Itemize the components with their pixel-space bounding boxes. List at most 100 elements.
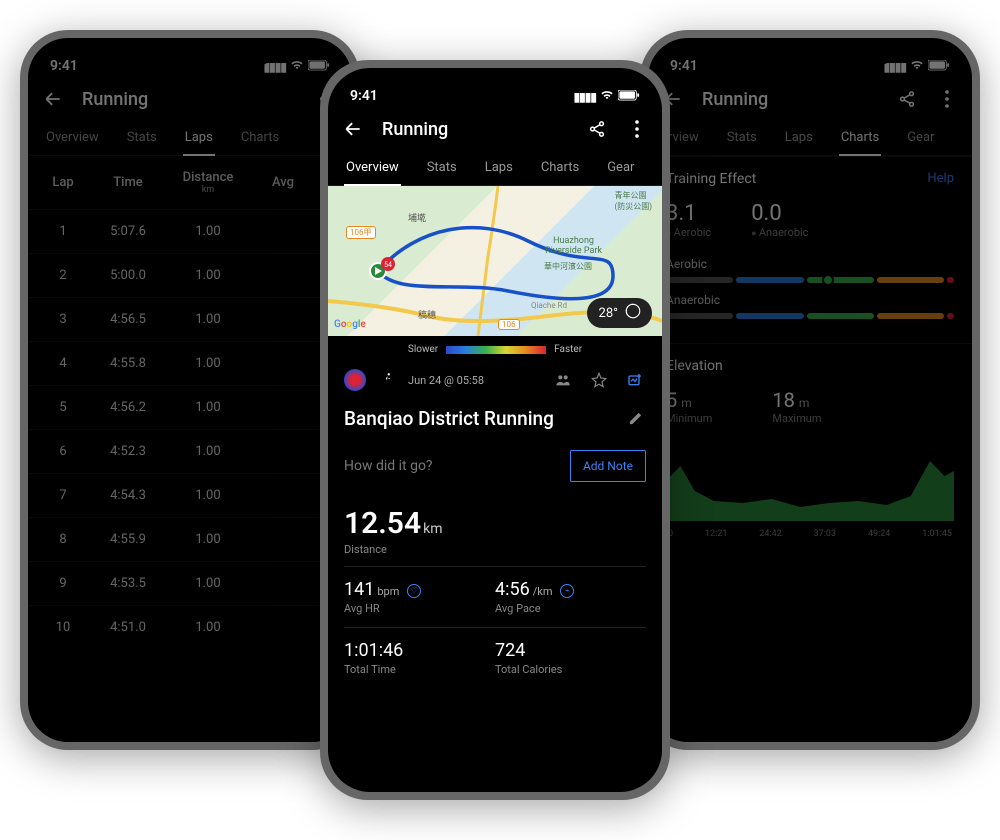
section-title: Training Effect <box>666 171 756 187</box>
laps-header: Lap Time Distancekm Avg <box>28 156 352 209</box>
weather-badge[interactable]: 28° <box>587 298 652 328</box>
tabs: Overview Stats Laps Charts Gear <box>648 120 972 156</box>
tab-charts[interactable]: Charts <box>527 150 593 185</box>
col-distance: Distancekm <box>168 170 248 195</box>
map-label: 埔墘 <box>408 211 426 224</box>
back-icon[interactable] <box>42 88 64 110</box>
map-label: 青年公園 (防災公園) <box>614 190 652 212</box>
wifi-icon <box>290 59 304 74</box>
battery-icon <box>928 60 950 74</box>
anaerobic-label: Anaerobic <box>751 226 808 239</box>
elev-max: 18 <box>772 388 794 412</box>
screen-title: Running <box>82 89 298 110</box>
battery-icon <box>308 60 330 74</box>
tab-stats[interactable]: Stats <box>713 120 771 155</box>
tabs: Overview Stats Laps Charts Gear <box>328 150 662 186</box>
friends-icon[interactable] <box>552 369 574 391</box>
google-logo: Google <box>334 319 366 330</box>
phone-overview: 9:41 ▮▮▮▮ Running Overview Stats Laps Ch… <box>320 60 670 800</box>
tab-laps[interactable]: Laps <box>771 120 827 155</box>
status-time: 9:41 <box>670 58 698 74</box>
pace-legend: Slower Faster <box>328 336 662 363</box>
tab-laps[interactable]: Laps <box>171 120 227 155</box>
training-effect-section: Training Effect Help 3.1 Aerobic 0.0 Ana… <box>648 156 972 343</box>
more-icon[interactable] <box>626 118 648 140</box>
edit-icon[interactable] <box>624 408 646 430</box>
tab-gear[interactable]: Gear <box>593 150 648 185</box>
aerobic-value: 3.1 <box>666 201 711 226</box>
stat-avg-hr: 141bpm ♡ Avg HR <box>344 566 495 627</box>
tab-stats[interactable]: Stats <box>413 150 471 185</box>
road-badge: 106甲 <box>346 226 376 239</box>
activity-map[interactable]: 54 埔墘 Huazhong Riverside Park 華中河濱公園 青年公… <box>328 186 662 336</box>
aerobic-bar-label: Aerobic <box>666 257 954 271</box>
share-icon[interactable] <box>586 118 608 140</box>
pace-icon: ⌁ <box>560 584 574 598</box>
activity-datetime: Jun 24 @ 05:58 <box>408 374 538 387</box>
note-prompt: How did it go? <box>344 458 560 474</box>
wifi-icon <box>600 89 614 104</box>
tab-overview[interactable]: Overview <box>332 150 413 185</box>
tabs: Overview Stats Laps Charts <box>28 120 352 156</box>
screen-title: Running <box>382 119 568 140</box>
status-time: 9:41 <box>350 88 378 104</box>
tab-laps[interactable]: Laps <box>471 150 527 185</box>
lap-row[interactable]: 64:52.31.00 <box>28 429 352 473</box>
elevation-chart[interactable]: 012:2124:4237:0349:241:01:45 <box>666 441 954 551</box>
lap-row[interactable]: 94:53.51.00 <box>28 561 352 605</box>
tab-charts[interactable]: Charts <box>827 120 893 155</box>
stat-total-time: 1:01:46 Total Time <box>344 627 495 688</box>
lap-row[interactable]: 74:54.31.00 <box>28 473 352 517</box>
aerobic-label: Aerobic <box>666 226 711 239</box>
map-label: Qiache Rd <box>531 301 567 310</box>
tab-overview[interactable]: Overview <box>32 120 113 155</box>
map-label: 稿穗 <box>418 308 436 321</box>
wifi-icon <box>910 59 924 74</box>
anaerobic-scale <box>666 313 954 319</box>
lap-row[interactable]: 15:07.61.00 <box>28 209 352 253</box>
activity-meta: Jun 24 @ 05:58 <box>328 363 662 397</box>
distance-stat: 12.54km Distance <box>328 492 662 566</box>
status-icons: ▮▮▮▮ <box>884 59 950 74</box>
running-icon <box>380 372 394 389</box>
lap-row[interactable]: 34:56.51.00 <box>28 297 352 341</box>
section-title: Elevation <box>666 358 723 374</box>
aerobic-scale <box>666 277 954 283</box>
more-icon[interactable] <box>936 88 958 110</box>
stat-total-calories: 724 Total Calories <box>495 627 646 688</box>
map-label: Huazhong Riverside Park <box>545 236 602 256</box>
battery-icon <box>618 90 640 104</box>
back-icon[interactable] <box>342 118 364 140</box>
help-link[interactable]: Help <box>927 171 954 187</box>
star-icon[interactable] <box>588 369 610 391</box>
lap-row[interactable]: 54:56.21.00 <box>28 385 352 429</box>
add-photo-icon[interactable] <box>624 369 646 391</box>
elevation-section: Elevation 5 m Minimum 18 m Maximum 012:2… <box>648 343 972 565</box>
activity-title: Banqiao District Running <box>344 407 614 430</box>
lap-row[interactable]: 44:55.81.00 <box>28 341 352 385</box>
anaerobic-value: 0.0 <box>751 201 808 226</box>
col-time: Time <box>88 175 168 190</box>
tab-stats[interactable]: Stats <box>113 120 171 155</box>
status-icons: ▮▮▮▮ <box>264 59 330 74</box>
screen-title: Running <box>702 89 878 110</box>
svg-text:54: 54 <box>384 261 392 269</box>
col-lap: Lap <box>38 175 88 190</box>
lap-row[interactable]: 25:00.01.00 <box>28 253 352 297</box>
signal-icon: ▮▮▮▮ <box>574 90 596 104</box>
tab-charts[interactable]: Charts <box>227 120 293 155</box>
phone-laps: 9:41 ▮▮▮▮ Running Overview Stats Laps Ch… <box>20 30 360 750</box>
lap-row[interactable]: 84:55.91.00 <box>28 517 352 561</box>
map-label: 華中河濱公園 <box>544 261 592 272</box>
phone-charts: 9:41 ▮▮▮▮ Running Overview Stats Laps Ch… <box>640 30 980 750</box>
status-icons: ▮▮▮▮ <box>574 89 640 104</box>
share-icon[interactable] <box>896 88 918 110</box>
tab-gear[interactable]: Gear <box>893 120 948 155</box>
add-note-button[interactable]: Add Note <box>570 450 646 482</box>
avatar[interactable] <box>344 369 366 391</box>
col-avg: Avg <box>248 175 318 190</box>
road-badge: 106 <box>498 319 520 330</box>
status-time: 9:41 <box>50 58 78 74</box>
lap-row[interactable]: 104:51.01.00 <box>28 605 352 649</box>
hr-icon: ♡ <box>407 584 421 598</box>
